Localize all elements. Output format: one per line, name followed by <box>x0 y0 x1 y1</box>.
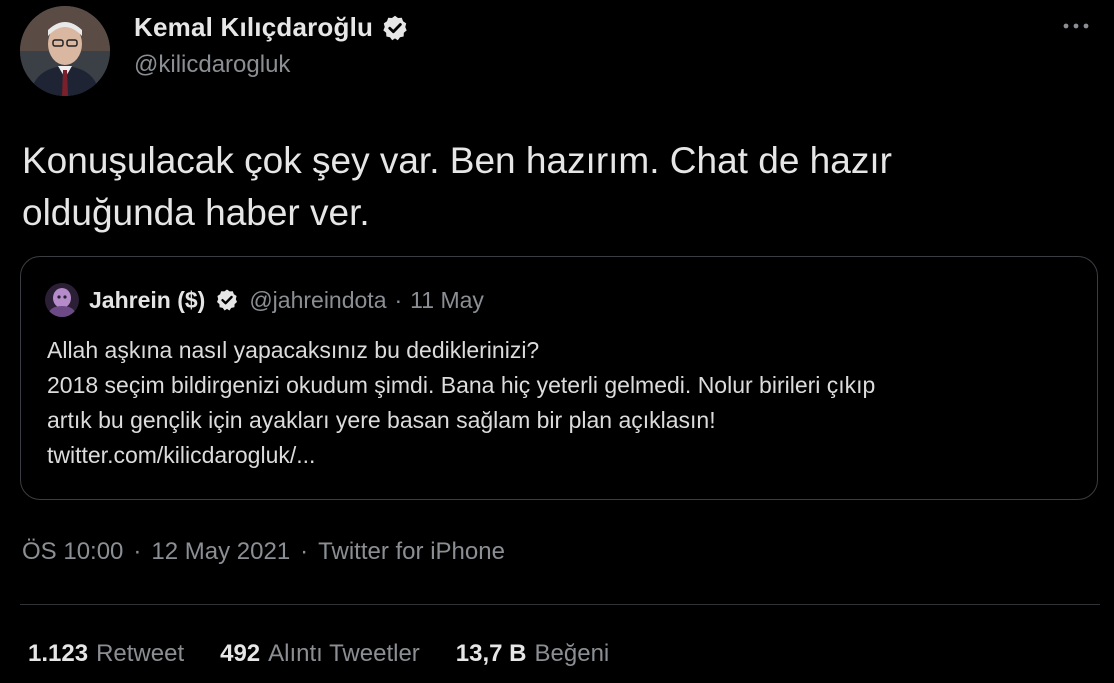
quoted-tweet-text: Allah aşkına nasıl yapacaksınız bu dedik… <box>47 333 1087 473</box>
author-handle[interactable]: @kilicdarogluk <box>134 51 409 79</box>
quoted-tweet-meta: @jahreindota · 11 May <box>249 287 484 314</box>
separator-dot: · <box>133 538 142 565</box>
tweet-timestamp: ÖS 10:00 · 12 May 2021 · Twitter for iPh… <box>22 538 505 566</box>
tweet-text-line: olduğunda haber ver. <box>22 192 370 233</box>
author-name-row: Kemal Kılıçdaroğlu <box>134 12 409 43</box>
quoted-profile-photo-icon <box>45 283 79 317</box>
verified-badge-icon <box>217 289 238 311</box>
retweets-label: Retweet <box>96 640 185 667</box>
likes-count: 13,7 B <box>455 640 527 667</box>
tweet-time[interactable]: ÖS 10:00 <box>22 538 123 566</box>
quote-tweets-label: Alıntı Tweetler <box>268 640 420 667</box>
tweet-date[interactable]: 12 May 2021 <box>151 538 290 566</box>
quoted-tweet-date[interactable]: 11 May <box>410 287 484 314</box>
tweet-text-line: Konuşulacak çok şey var. Ben hazırım. Ch… <box>22 140 892 181</box>
quoted-text-line: Allah aşkına nasıl yapacaksınız bu dedik… <box>47 337 540 363</box>
tweet-source-link[interactable]: Twitter for iPhone <box>318 538 505 566</box>
quoted-tweet-link[interactable]: twitter.com/kilicdarogluk/... <box>47 438 1087 473</box>
likes-label: Beğeni <box>534 640 610 667</box>
separator-dot: · <box>300 538 309 565</box>
quote-tweets-count: 492 <box>220 640 261 667</box>
tweet-container: Kemal Kılıçdaroğlu @kilicdarogluk Konuşu… <box>0 0 1114 683</box>
author-info: Kemal Kılıçdaroğlu @kilicdarogluk <box>134 12 409 79</box>
retweets-count: 1.123 <box>28 640 89 667</box>
separator-dot: · <box>394 286 403 313</box>
quoted-author-name[interactable]: Jahrein ($) <box>89 287 205 314</box>
quoted-tweet-header: Jahrein ($) @jahreindota · 11 May <box>45 283 484 317</box>
tweet-stats: 1.123 Retweet 492 Alıntı Tweetler 13,7 B… <box>28 640 609 668</box>
quoted-text-line: artık bu gençlik için ayakları yere basa… <box>47 407 716 433</box>
quoted-tweet-card[interactable]: Jahrein ($) @jahreindota · 11 May Allah … <box>20 256 1098 500</box>
divider <box>20 604 1100 605</box>
tweet-text: Konuşulacak çok şey var. Ben hazırım. Ch… <box>22 135 1082 239</box>
likes-stat[interactable]: 13,7 B Beğeni <box>456 640 609 668</box>
profile-photo-icon <box>20 6 110 96</box>
author-name[interactable]: Kemal Kılıçdaroğlu <box>134 12 373 43</box>
quote-tweets-stat[interactable]: 492 Alıntı Tweetler <box>220 640 420 668</box>
quoted-author-handle[interactable]: @jahreindota <box>249 287 386 314</box>
more-options-icon[interactable] <box>1058 14 1094 38</box>
verified-badge-icon <box>383 15 407 40</box>
quoted-text-line: 2018 seçim bildirgenizi okudum şimdi. Ba… <box>47 372 876 398</box>
author-avatar[interactable] <box>20 6 110 96</box>
quoted-author-avatar[interactable] <box>45 283 79 317</box>
retweets-stat[interactable]: 1.123 Retweet <box>28 640 184 668</box>
